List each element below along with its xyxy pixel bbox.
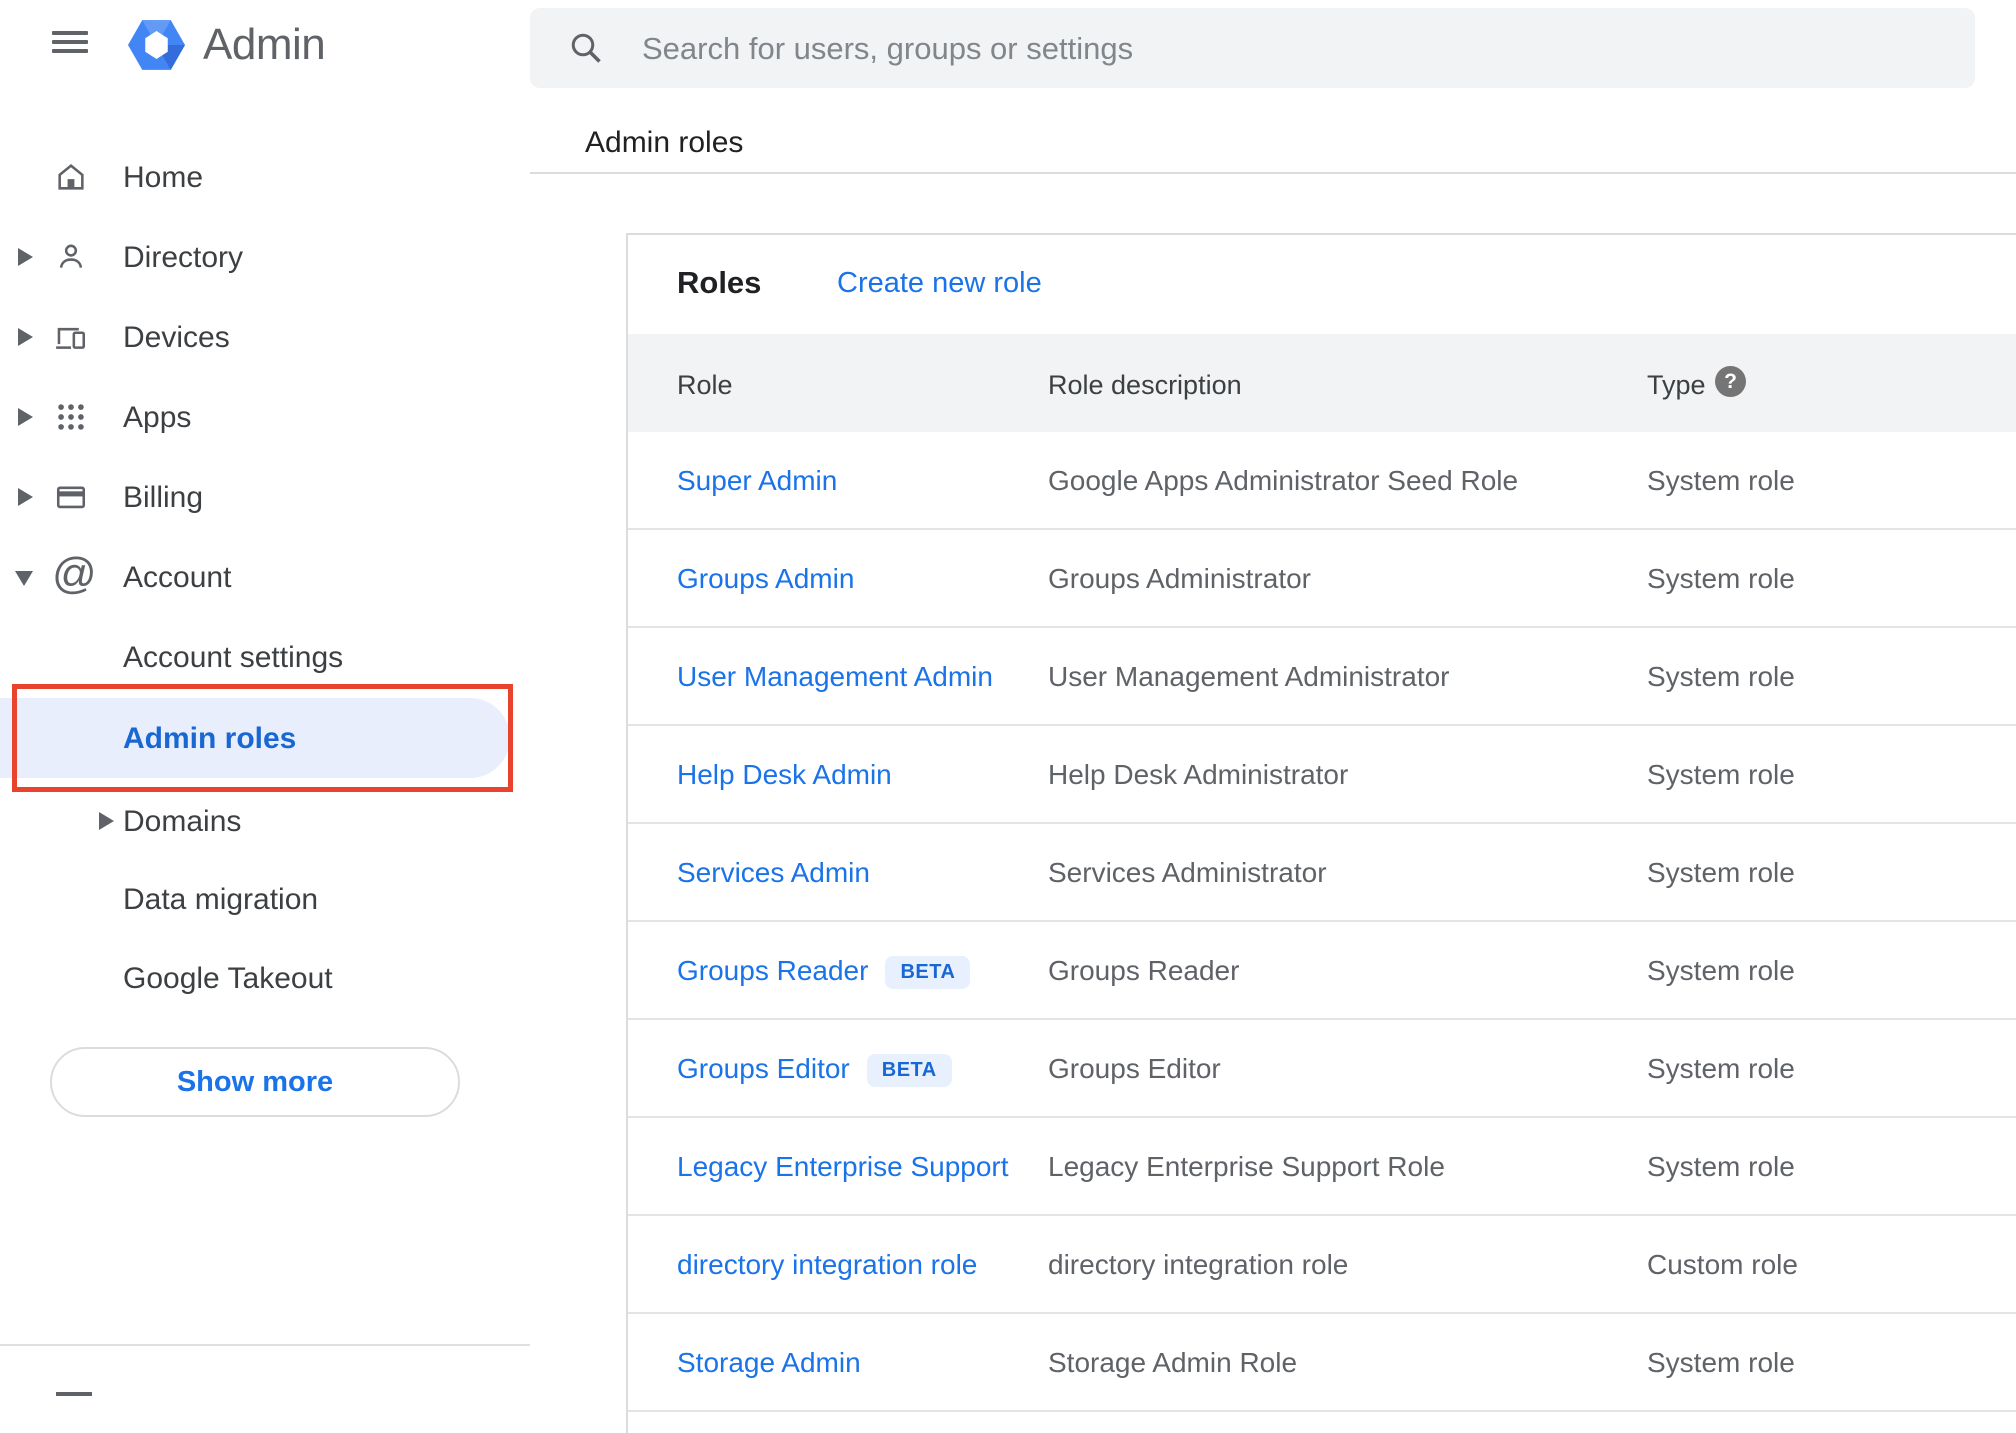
card-title: Roles xyxy=(677,265,762,300)
clipped-sidebar-icon xyxy=(56,1392,92,1396)
sidebar-item-account[interactable]: @ Account xyxy=(0,537,530,617)
role-type: System role xyxy=(1647,1151,1795,1182)
search-input[interactable]: Search for users, groups or settings xyxy=(530,8,1975,88)
role-description: Google Apps Administrator Seed Role xyxy=(1048,465,1519,496)
role-type: System role xyxy=(1647,465,1795,496)
table-row: Storage Admin Storage Admin Role System … xyxy=(628,1314,2016,1412)
role-description: directory integration role xyxy=(1048,1249,1349,1280)
role-link[interactable]: Super Admin xyxy=(677,465,837,497)
role-link[interactable]: User Management Admin xyxy=(677,661,993,693)
sidebar-item-domains[interactable]: Domains xyxy=(0,781,530,861)
role-description: User Management Administrator xyxy=(1048,661,1450,692)
roles-card: Roles Create new role Role Role descript… xyxy=(626,233,2016,1433)
role-type: System role xyxy=(1647,857,1795,888)
role-link[interactable]: Legacy Enterprise Support xyxy=(677,1151,1009,1183)
role-link[interactable]: Storage Admin xyxy=(677,1347,861,1379)
table-row: Groups Editor BETA Groups Editor System r… xyxy=(628,1020,2016,1118)
chevron-right-icon xyxy=(18,248,33,266)
table-row: Help Desk Admin Help Desk Administrator … xyxy=(628,726,2016,824)
product-name: Admin xyxy=(203,20,326,69)
beta-badge: BETA xyxy=(866,1054,952,1087)
content-divider xyxy=(530,172,2016,174)
column-header-type: Type xyxy=(1647,370,1706,400)
role-type: System role xyxy=(1647,1347,1795,1378)
role-description: Services Administrator xyxy=(1048,857,1327,888)
table-row: Legacy Enterprise Support Legacy Enterpr… xyxy=(628,1118,2016,1216)
table-row: Services Admin Services Administrator Sy… xyxy=(628,824,2016,922)
table-row: Groups Admin Groups Administrator System… xyxy=(628,530,2016,628)
table-row: Groups Reader BETA Groups Reader System r… xyxy=(628,922,2016,1020)
sidebar-item-directory[interactable]: Directory xyxy=(0,217,530,297)
sidebar-item-devices[interactable]: Devices xyxy=(0,297,530,377)
chevron-down-icon xyxy=(15,571,33,586)
role-description: Groups Administrator xyxy=(1048,563,1311,594)
sidebar-divider xyxy=(0,1344,530,1346)
role-description: Storage Admin Role xyxy=(1048,1347,1298,1378)
create-new-role-link[interactable]: Create new role xyxy=(837,267,1042,300)
chevron-right-icon xyxy=(99,812,114,830)
sidebar-item-apps[interactable]: Apps xyxy=(0,377,530,457)
column-header-role-description: Role description xyxy=(1048,370,1242,400)
role-type: Custom role xyxy=(1647,1249,1798,1280)
role-link[interactable]: Groups Admin xyxy=(677,563,854,595)
sidebar-item-home[interactable]: Home xyxy=(0,137,530,217)
search-icon xyxy=(571,33,601,63)
column-header-role: Role xyxy=(677,370,733,400)
table-row: User Management Admin User Management Ad… xyxy=(628,628,2016,726)
chevron-right-icon xyxy=(18,408,33,426)
chevron-right-icon xyxy=(18,328,33,346)
role-link[interactable]: directory integration role xyxy=(677,1249,977,1281)
sidebar-item-google-takeout[interactable]: Google Takeout xyxy=(0,938,530,1018)
person-icon xyxy=(59,244,83,268)
chevron-right-icon xyxy=(18,488,33,506)
at-sign-icon: @ xyxy=(52,549,97,598)
role-description: Groups Editor xyxy=(1048,1053,1221,1084)
apps-grid-icon xyxy=(58,404,84,430)
role-link[interactable]: Help Desk Admin xyxy=(677,759,892,791)
devices-icon xyxy=(56,327,86,349)
breadcrumb: Admin roles xyxy=(585,126,744,159)
role-type: System role xyxy=(1647,955,1795,986)
role-description: Help Desk Administrator xyxy=(1048,759,1349,790)
role-link[interactable]: Groups Editor xyxy=(677,1053,850,1084)
table-row: directory integration role directory int… xyxy=(628,1216,2016,1314)
billing-card-icon xyxy=(56,486,86,509)
annotation-highlight-box xyxy=(12,684,513,792)
sidebar-item-data-migration[interactable]: Data migration xyxy=(0,859,530,939)
role-type: System role xyxy=(1647,759,1795,790)
role-type: System role xyxy=(1647,661,1795,692)
table-header: Role Role description Type ? xyxy=(628,334,2016,432)
home-icon xyxy=(58,164,84,190)
help-icon[interactable]: ? xyxy=(1715,366,1746,397)
role-type: System role xyxy=(1647,1053,1795,1084)
sidebar-item-billing[interactable]: Billing xyxy=(0,457,530,537)
role-link[interactable]: Services Admin xyxy=(677,857,870,889)
role-link[interactable]: Groups Reader xyxy=(677,955,868,986)
role-type: System role xyxy=(1647,563,1795,594)
hamburger-menu-icon[interactable] xyxy=(52,30,88,54)
google-admin-logo xyxy=(128,18,185,72)
search-placeholder: Search for users, groups or settings xyxy=(642,31,1134,66)
show-more-button[interactable]: Show more xyxy=(50,1047,460,1117)
beta-badge: BETA xyxy=(885,956,971,989)
role-description: Legacy Enterprise Support Role xyxy=(1048,1151,1445,1182)
role-description: Groups Reader xyxy=(1048,955,1240,986)
table-row: Super Admin Google Apps Administrator Se… xyxy=(628,432,2016,530)
